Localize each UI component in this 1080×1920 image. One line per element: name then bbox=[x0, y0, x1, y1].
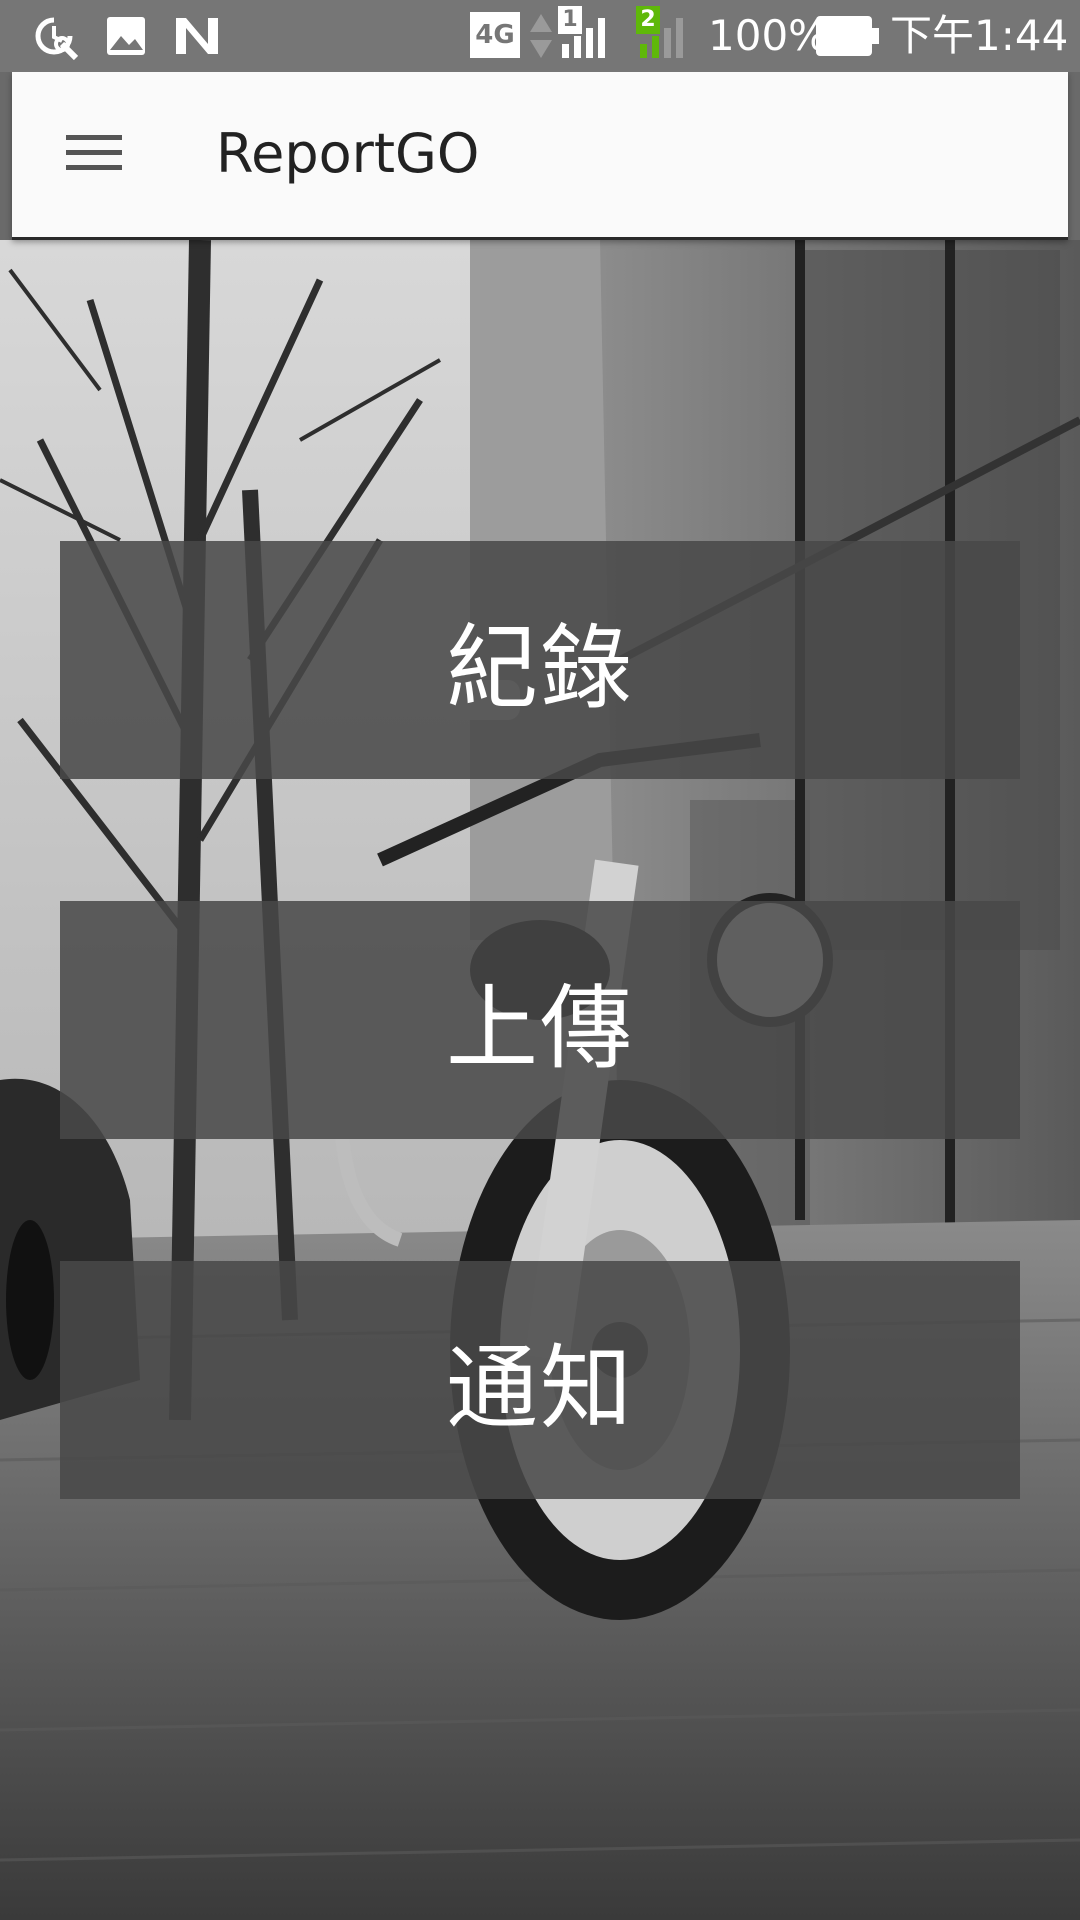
data-arrows-icon bbox=[530, 14, 552, 58]
n-app-icon bbox=[176, 18, 218, 54]
status-bar: 4G 1 2 100% 下午1:44 bbox=[0, 0, 1080, 72]
signal-sim1-icon bbox=[562, 18, 605, 58]
app-title: ReportGO bbox=[216, 122, 480, 185]
signal-sim2-icon bbox=[640, 18, 683, 58]
screen: 4G 1 2 100% 下午1:44 ReportGO 紀錄 上傳 通知 bbox=[0, 0, 1080, 1920]
hamburger-menu-icon bbox=[66, 135, 122, 170]
image-icon bbox=[107, 17, 145, 55]
network-type-badge: 4G bbox=[470, 12, 520, 58]
clock-time: 下午1:44 bbox=[890, 11, 1069, 60]
battery-icon bbox=[816, 16, 879, 56]
records-button[interactable]: 紀錄 bbox=[60, 541, 1020, 779]
battery-percentage: 100% bbox=[708, 11, 829, 60]
app-bar: ReportGO bbox=[12, 72, 1068, 240]
alarm-wrench-icon bbox=[35, 17, 78, 60]
upload-button[interactable]: 上傳 bbox=[60, 901, 1020, 1139]
menu-button[interactable] bbox=[52, 117, 136, 189]
notifications-button[interactable]: 通知 bbox=[60, 1261, 1020, 1499]
